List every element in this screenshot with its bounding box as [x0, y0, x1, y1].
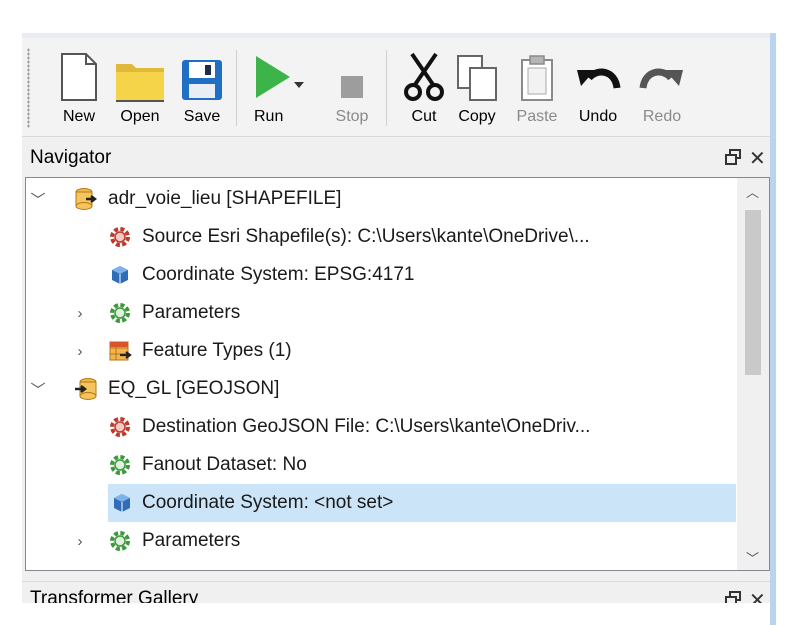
green-gear-icon: [110, 303, 130, 323]
collapse-chevron-icon[interactable]: ﹀: [30, 191, 46, 209]
tree-item-coordinate-system[interactable]: Coordinate System: EPSG:4171: [26, 256, 736, 294]
workbench-window: New Open Save Run Stop Cut Copy Paste Un…: [22, 38, 770, 603]
tree-item-feature-types[interactable]: › Feature Types (1): [26, 332, 736, 370]
green-gear-icon: [110, 531, 130, 551]
tree-item-writer-dataset[interactable]: ﹀ EQ_GL [GEOJSON]: [26, 370, 736, 408]
coordinate-system-icon: [114, 494, 130, 512]
navigator-title: Navigator: [30, 147, 112, 168]
tree-item-label: Destination GeoJSON File: C:\Users\kante…: [142, 416, 591, 437]
run-label: Run: [254, 108, 284, 125]
undo-label: Undo: [578, 108, 618, 125]
tree-item-coordinate-system-selected[interactable]: Coordinate System: <not set>: [108, 484, 736, 522]
copy-button[interactable]: Copy: [452, 44, 502, 130]
stop-button[interactable]: Stop: [328, 44, 376, 130]
transformer-gallery-header: Transformer Gallery ✕: [22, 581, 770, 603]
save-disk-icon: [182, 60, 222, 100]
run-button[interactable]: Run: [252, 44, 308, 130]
transformer-gallery-title: Transformer Gallery: [30, 588, 199, 603]
stop-square-icon: [341, 76, 363, 98]
toolbar-separator: [236, 50, 237, 126]
collapse-chevron-icon[interactable]: ﹀: [30, 381, 46, 399]
new-label: New: [62, 108, 95, 125]
tree-item-label: Source Esri Shapefile(s): C:\Users\kante…: [142, 226, 590, 247]
writer-dataset-icon: [75, 378, 97, 400]
close-icon[interactable]: ✕: [749, 146, 766, 171]
tree-item-label: Fanout Dataset: No: [142, 454, 307, 475]
scissors-icon: [404, 52, 444, 101]
vertical-scrollbar[interactable]: ︿ ﹀: [737, 178, 769, 570]
tree-item-label: adr_voie_lieu [SHAPEFILE]: [108, 188, 342, 209]
scrollbar-thumb[interactable]: [745, 210, 761, 375]
float-window-icon[interactable]: [725, 149, 741, 165]
open-label: Open: [120, 108, 160, 125]
undo-button[interactable]: Undo: [570, 44, 626, 130]
paste-label: Paste: [516, 108, 558, 125]
tree-item-parameters[interactable]: › Parameters: [26, 294, 736, 332]
tree-item-parameters[interactable]: › Parameters: [26, 522, 736, 560]
window-right-edge: [770, 33, 776, 625]
tree-item-reader-dataset[interactable]: ﹀ adr_voie_lieu [SHAPEFILE]: [26, 180, 736, 218]
tree-item-source-file[interactable]: Source Esri Shapefile(s): C:\Users\kante…: [26, 218, 736, 256]
expand-chevron-icon[interactable]: ›: [72, 305, 88, 322]
red-gear-icon: [110, 227, 130, 247]
paste-button[interactable]: Paste: [512, 44, 562, 130]
tree-item-label: Parameters: [142, 302, 241, 323]
tree-item-label: Parameters: [142, 530, 241, 551]
tree-item-fanout-dataset[interactable]: Fanout Dataset: No: [26, 446, 736, 484]
float-window-icon[interactable]: [725, 591, 741, 603]
expand-chevron-icon[interactable]: ›: [72, 343, 88, 360]
scroll-up-icon[interactable]: ︿: [746, 182, 759, 201]
stop-label: Stop: [335, 108, 369, 125]
clipboard-paste-icon: [521, 55, 553, 101]
copy-label: Copy: [458, 108, 496, 125]
feature-types-icon: [109, 341, 132, 361]
copy-icon: [457, 55, 497, 101]
scroll-down-icon[interactable]: ﹀: [746, 548, 759, 567]
cut-label: Cut: [411, 108, 437, 125]
new-document-icon: [61, 53, 97, 101]
green-gear-icon: [110, 455, 130, 475]
redo-label: Redo: [642, 108, 682, 125]
redo-arrow-icon: [639, 68, 683, 89]
tree-item-destination-file[interactable]: Destination GeoJSON File: C:\Users\kante…: [26, 408, 736, 446]
cut-button[interactable]: Cut: [402, 44, 446, 130]
expand-chevron-icon[interactable]: ›: [72, 533, 88, 550]
coordinate-system-icon: [112, 266, 128, 284]
reader-dataset-icon: [75, 188, 97, 210]
toolbar-separator: [386, 50, 387, 126]
navigator-header: Navigator ✕: [22, 142, 770, 174]
close-icon[interactable]: ✕: [749, 588, 766, 603]
navigator-tree: ﹀ adr_voie_lieu [SHAPEFILE] Source Esri …: [25, 177, 770, 571]
undo-arrow-icon: [577, 68, 621, 89]
redo-button[interactable]: Redo: [632, 44, 692, 130]
new-button[interactable]: New: [55, 44, 103, 130]
open-button[interactable]: Open: [112, 44, 168, 130]
open-folder-icon: [116, 64, 164, 102]
tree-item-label: Coordinate System: <not set>: [142, 492, 394, 513]
main-toolbar: New Open Save Run Stop Cut Copy Paste Un…: [22, 38, 770, 137]
save-button[interactable]: Save: [176, 44, 228, 130]
tree-item-label: Coordinate System: EPSG:4171: [142, 264, 415, 285]
red-gear-icon: [110, 417, 130, 437]
toolbar-grip[interactable]: [27, 48, 30, 128]
tree-item-label: EQ_GL [GEOJSON]: [108, 378, 280, 399]
save-label: Save: [183, 108, 221, 125]
tree-item-label: Feature Types (1): [142, 340, 292, 361]
run-play-icon: [256, 56, 304, 98]
